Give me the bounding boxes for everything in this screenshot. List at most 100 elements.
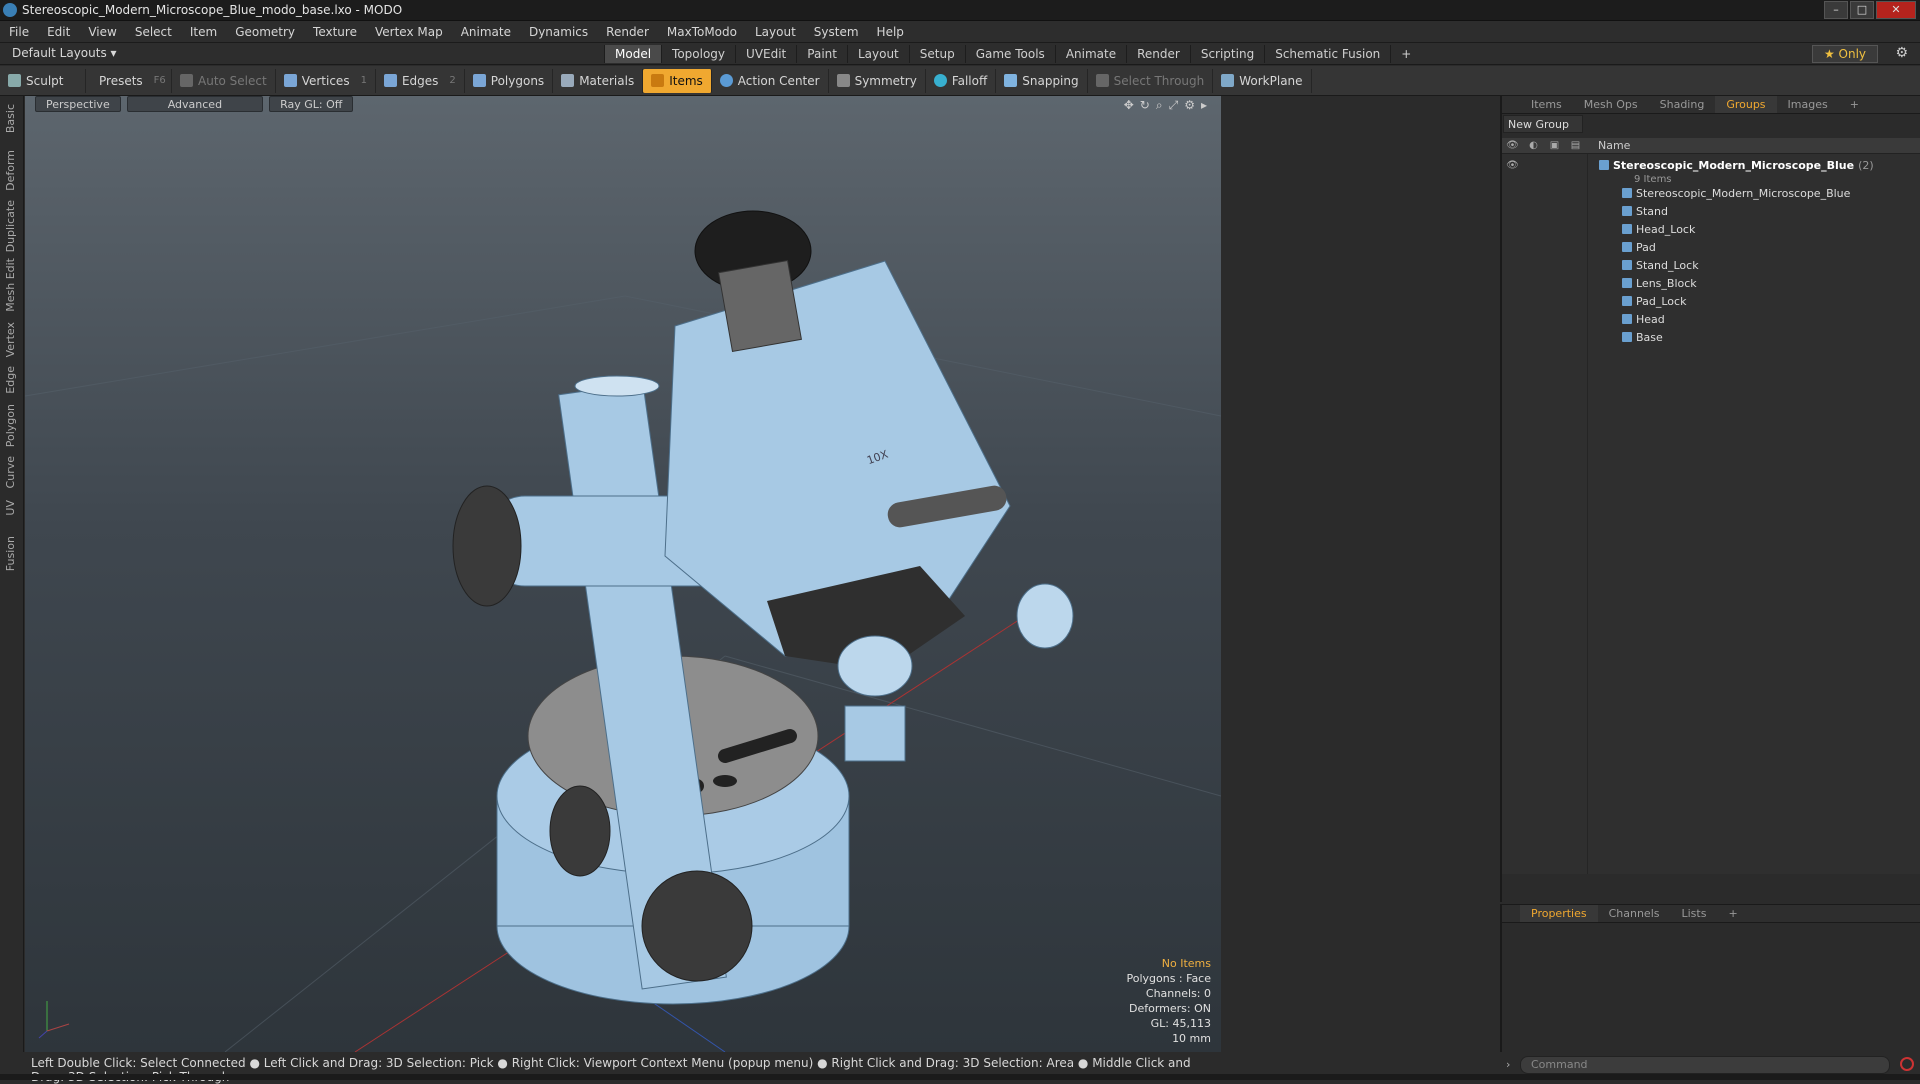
select-through-button[interactable]: Select Through [1088,68,1214,93]
tab-images[interactable]: Images [1777,96,1839,113]
tab-uvedit[interactable]: UVEdit [735,45,796,63]
add-bottom-tab-button[interactable]: + [1717,905,1748,922]
vertices-icon [283,74,297,87]
tab-scripting[interactable]: Scripting [1189,45,1264,63]
name-column-header[interactable]: Name [1598,139,1630,152]
tab-lists[interactable]: Lists [1671,905,1718,922]
menu-system[interactable]: System [805,25,868,39]
polygons-button[interactable]: Polygons [465,68,554,93]
tab-groups[interactable]: Groups [1715,96,1777,113]
items-icon [651,74,665,87]
menu-layout[interactable]: Layout [746,25,805,39]
left-tab-vertex[interactable]: Vertex [4,322,17,357]
list-item[interactable]: Lens_Block [1502,274,1920,292]
vertices-button[interactable]: Vertices 1 [276,68,376,93]
sculpt-button[interactable]: Sculpt [0,68,86,93]
list-item[interactable]: Stand [1502,202,1920,220]
menu-view[interactable]: View [79,25,125,39]
menu-render[interactable]: Render [597,25,658,39]
list-item[interactable]: Stand_Lock [1502,256,1920,274]
add-tab-button[interactable]: + [1390,45,1421,63]
gear-icon[interactable]: ⚙ [1895,45,1908,61]
tab-items[interactable]: Items [1520,96,1573,113]
auto-select-button[interactable]: Auto Select [172,68,276,93]
tool-bar: Sculpt Presets F6 Auto Select Vertices 1 E… [0,66,1920,96]
menu-animate[interactable]: Animate [452,25,520,39]
left-tab-mesh-edit[interactable]: Mesh Edit [4,258,17,312]
minimize-button[interactable]: – [1824,1,1848,19]
menu-maxtomodo[interactable]: MaxToModo [658,25,746,39]
menu-file[interactable]: File [0,25,38,39]
action-center-button[interactable]: Action Center [712,68,829,93]
maximize-button[interactable]: □ [1850,1,1874,19]
viewport-settings-icon[interactable]: ⚙ [1184,98,1195,113]
presets-button[interactable]: Presets F6 [86,68,172,93]
tab-model[interactable]: Model [604,45,662,63]
left-tool-tabs: Basic Deform Duplicate Mesh Edit Vertex … [0,96,24,1052]
eye-icon[interactable]: 👁 [1502,160,1523,171]
tab-properties[interactable]: Properties [1520,905,1598,922]
left-tab-duplicate[interactable]: Duplicate [4,200,17,252]
close-button[interactable]: ✕ [1876,1,1916,19]
only-button[interactable]: ★ Only [1812,45,1878,63]
list-item[interactable]: Pad [1502,238,1920,256]
menu-geometry[interactable]: Geometry [226,25,304,39]
left-tab-edge[interactable]: Edge [4,366,17,394]
left-tab-polygon[interactable]: Polygon [4,404,17,447]
snapping-button[interactable]: Snapping [996,68,1088,93]
perspective-dropdown[interactable]: Perspective [35,96,121,112]
tab-animate[interactable]: Animate [1054,45,1126,63]
left-tab-basic[interactable]: Basic [4,104,17,133]
command-input[interactable]: Command [1520,1056,1890,1074]
groups-panel: Items Mesh Ops Shading Groups Images + N… [1500,96,1920,902]
left-tab-fusion[interactable]: Fusion [4,536,17,571]
list-item[interactable]: Stereoscopic_Modern_Microscope_Blue [1502,184,1920,202]
falloff-button[interactable]: Falloff [926,68,997,93]
auto-select-icon [180,74,193,87]
items-button[interactable]: Items [643,68,712,93]
menu-texture[interactable]: Texture [304,25,366,39]
3d-viewport[interactable]: 10X Perspective Advanced Ray GL: Off ✥ ↻… [25,96,1221,1052]
tab-layout[interactable]: Layout [846,45,909,63]
symmetry-button[interactable]: Symmetry [829,68,926,93]
materials-button[interactable]: Materials [553,68,644,93]
tab-paint[interactable]: Paint [796,45,847,63]
tab-shading[interactable]: Shading [1649,96,1716,113]
tab-render[interactable]: Render [1126,45,1190,63]
info-gl: GL: 45,113 [1150,1017,1211,1030]
new-group-button[interactable]: New Group [1503,115,1583,133]
viewport-expand-icon[interactable]: ▸ [1201,98,1207,113]
info-scale: 10 mm [1172,1032,1211,1045]
list-item[interactable]: Pad_Lock [1502,292,1920,310]
left-tab-deform[interactable]: Deform [4,150,17,191]
menu-edit[interactable]: Edit [38,25,79,39]
layout-bar: Default Layouts ▾ Model Topology UVEdit … [0,43,1920,65]
list-item[interactable]: Head_Lock [1502,220,1920,238]
move-view-icon[interactable]: ✥ [1124,98,1134,113]
tab-topology[interactable]: Topology [661,45,735,63]
menu-select[interactable]: Select [126,25,181,39]
tab-channels[interactable]: Channels [1598,905,1671,922]
left-tab-curve[interactable]: Curve [4,456,17,488]
tab-setup[interactable]: Setup [908,45,965,63]
raygl-toggle[interactable]: Ray GL: Off [269,96,354,112]
default-layouts-dropdown[interactable]: Default Layouts ▾ [12,46,117,60]
menu-vertex-map[interactable]: Vertex Map [366,25,452,39]
menu-item[interactable]: Item [181,25,226,39]
workplane-button[interactable]: WorkPlane [1213,68,1312,93]
add-panel-tab-button[interactable]: + [1839,96,1870,113]
left-tab-uv[interactable]: UV [4,500,17,516]
tab-game-tools[interactable]: Game Tools [964,45,1055,63]
advanced-dropdown[interactable]: Advanced [126,96,264,112]
fit-view-icon[interactable]: ⤢ [1169,98,1179,113]
menu-dynamics[interactable]: Dynamics [520,25,597,39]
menu-help[interactable]: Help [868,25,913,39]
edges-button[interactable]: Edges 2 [376,68,465,93]
rotate-view-icon[interactable]: ↻ [1140,98,1150,113]
tab-mesh-ops[interactable]: Mesh Ops [1573,96,1649,113]
command-stop-icon[interactable] [1900,1057,1914,1071]
list-item[interactable]: Head [1502,310,1920,328]
tab-schematic-fusion[interactable]: Schematic Fusion [1264,45,1390,63]
list-item[interactable]: Base [1502,328,1920,346]
zoom-view-icon[interactable]: ⌕ [1156,98,1163,113]
